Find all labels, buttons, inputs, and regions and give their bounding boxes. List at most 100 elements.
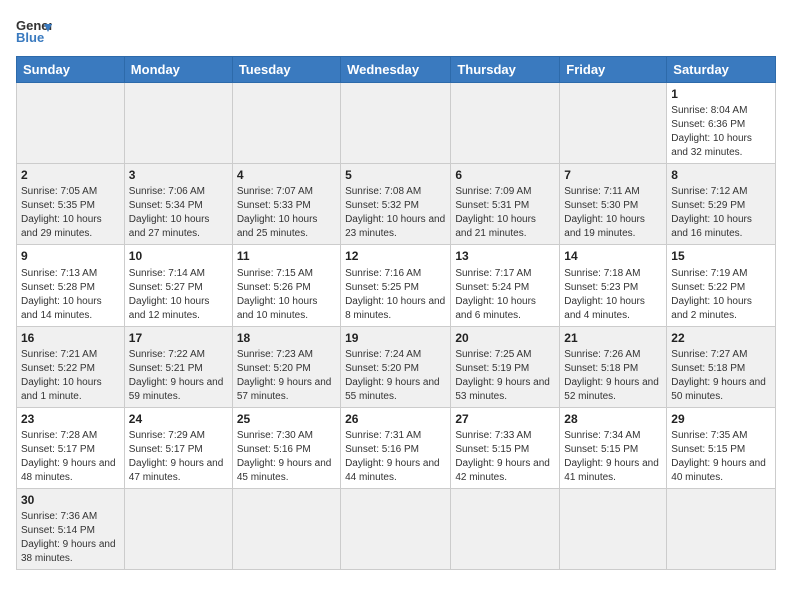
calendar-week-2: 2Sunrise: 7:05 AM Sunset: 5:35 PM Daylig… <box>17 164 776 245</box>
day-info: Sunrise: 7:08 AM Sunset: 5:32 PM Dayligh… <box>345 185 446 241</box>
day-number: 8 <box>671 167 771 183</box>
calendar-cell <box>232 83 340 164</box>
day-number: 26 <box>345 411 446 427</box>
day-info: Sunrise: 8:04 AM Sunset: 6:36 PM Dayligh… <box>671 104 771 160</box>
day-info: Sunrise: 7:14 AM Sunset: 5:27 PM Dayligh… <box>129 267 228 323</box>
calendar-table: SundayMondayTuesdayWednesdayThursdayFrid… <box>16 56 776 570</box>
day-info: Sunrise: 7:34 AM Sunset: 5:15 PM Dayligh… <box>564 429 662 485</box>
logo: General Blue <box>16 16 52 46</box>
day-info: Sunrise: 7:16 AM Sunset: 5:25 PM Dayligh… <box>345 267 446 323</box>
day-info: Sunrise: 7:18 AM Sunset: 5:23 PM Dayligh… <box>564 267 662 323</box>
page-header: General Blue <box>16 16 776 46</box>
day-number: 1 <box>671 86 771 102</box>
day-info: Sunrise: 7:17 AM Sunset: 5:24 PM Dayligh… <box>455 267 555 323</box>
day-number: 5 <box>345 167 446 183</box>
day-number: 9 <box>21 248 120 264</box>
calendar-cell: 6 Sunrise: 7:09 AM Sunset: 5:31 PM Daylig… <box>451 164 560 245</box>
calendar-cell: 25 Sunrise: 7:30 AM Sunset: 5:16 PM Dayli… <box>232 407 340 488</box>
calendar-cell: 15 Sunrise: 7:19 AM Sunset: 5:22 PM Dayli… <box>667 245 776 326</box>
calendar-cell <box>560 83 667 164</box>
day-info: Sunrise: 7:11 AM Sunset: 5:30 PM Dayligh… <box>564 185 662 241</box>
day-info: Sunrise: 7:05 AM Sunset: 5:35 PM Dayligh… <box>21 185 120 241</box>
calendar-cell: 12 Sunrise: 7:16 AM Sunset: 5:25 PM Dayli… <box>341 245 451 326</box>
day-number: 14 <box>564 248 662 264</box>
calendar-cell: 27 Sunrise: 7:33 AM Sunset: 5:15 PM Dayli… <box>451 407 560 488</box>
calendar-week-1: 1 Sunrise: 8:04 AM Sunset: 6:36 PM Daylig… <box>17 83 776 164</box>
calendar-cell: 14 Sunrise: 7:18 AM Sunset: 5:23 PM Dayli… <box>560 245 667 326</box>
day-number: 20 <box>455 330 555 346</box>
calendar-cell: 19 Sunrise: 7:24 AM Sunset: 5:20 PM Dayli… <box>341 326 451 407</box>
calendar-week-3: 9 Sunrise: 7:13 AM Sunset: 5:28 PM Daylig… <box>17 245 776 326</box>
day-info: Sunrise: 7:31 AM Sunset: 5:16 PM Dayligh… <box>345 429 446 485</box>
calendar-week-5: 23 Sunrise: 7:28 AM Sunset: 5:17 PM Dayli… <box>17 407 776 488</box>
calendar-cell <box>560 488 667 569</box>
calendar-cell: 26 Sunrise: 7:31 AM Sunset: 5:16 PM Dayli… <box>341 407 451 488</box>
day-number: 7 <box>564 167 662 183</box>
calendar-cell <box>667 488 776 569</box>
calendar-cell: 7 Sunrise: 7:11 AM Sunset: 5:30 PM Daylig… <box>560 164 667 245</box>
logo-icon: General Blue <box>16 16 52 46</box>
svg-text:Blue: Blue <box>16 30 44 45</box>
day-info: Sunrise: 7:24 AM Sunset: 5:20 PM Dayligh… <box>345 348 446 404</box>
day-number: 21 <box>564 330 662 346</box>
calendar-cell: 20 Sunrise: 7:25 AM Sunset: 5:19 PM Dayli… <box>451 326 560 407</box>
calendar-cell: 21 Sunrise: 7:26 AM Sunset: 5:18 PM Dayli… <box>560 326 667 407</box>
day-number: 23 <box>21 411 120 427</box>
calendar-week-6: 30Sunrise: 7:36 AM Sunset: 5:14 PM Dayli… <box>17 488 776 569</box>
weekday-header-sunday: Sunday <box>17 57 125 83</box>
calendar-cell: 3Sunrise: 7:06 AM Sunset: 5:34 PM Daylig… <box>124 164 232 245</box>
calendar-cell: 4 Sunrise: 7:07 AM Sunset: 5:33 PM Daylig… <box>232 164 340 245</box>
calendar-cell: 29Sunrise: 7:35 AM Sunset: 5:15 PM Dayli… <box>667 407 776 488</box>
day-number: 27 <box>455 411 555 427</box>
calendar-cell <box>341 83 451 164</box>
day-number: 24 <box>129 411 228 427</box>
weekday-header-wednesday: Wednesday <box>341 57 451 83</box>
weekday-header-tuesday: Tuesday <box>232 57 340 83</box>
calendar-cell <box>451 83 560 164</box>
day-number: 28 <box>564 411 662 427</box>
day-info: Sunrise: 7:30 AM Sunset: 5:16 PM Dayligh… <box>237 429 336 485</box>
day-number: 18 <box>237 330 336 346</box>
day-number: 25 <box>237 411 336 427</box>
calendar-cell: 9 Sunrise: 7:13 AM Sunset: 5:28 PM Daylig… <box>17 245 125 326</box>
day-info: Sunrise: 7:07 AM Sunset: 5:33 PM Dayligh… <box>237 185 336 241</box>
day-info: Sunrise: 7:26 AM Sunset: 5:18 PM Dayligh… <box>564 348 662 404</box>
weekday-header-saturday: Saturday <box>667 57 776 83</box>
day-info: Sunrise: 7:09 AM Sunset: 5:31 PM Dayligh… <box>455 185 555 241</box>
calendar-cell: 23 Sunrise: 7:28 AM Sunset: 5:17 PM Dayli… <box>17 407 125 488</box>
day-info: Sunrise: 7:22 AM Sunset: 5:21 PM Dayligh… <box>129 348 228 404</box>
day-number: 16 <box>21 330 120 346</box>
weekday-header-monday: Monday <box>124 57 232 83</box>
calendar-cell <box>17 83 125 164</box>
day-info: Sunrise: 7:25 AM Sunset: 5:19 PM Dayligh… <box>455 348 555 404</box>
calendar-cell: 10Sunrise: 7:14 AM Sunset: 5:27 PM Dayli… <box>124 245 232 326</box>
day-number: 19 <box>345 330 446 346</box>
calendar-cell: 22Sunrise: 7:27 AM Sunset: 5:18 PM Dayli… <box>667 326 776 407</box>
day-number: 13 <box>455 248 555 264</box>
calendar-cell: 16 Sunrise: 7:21 AM Sunset: 5:22 PM Dayli… <box>17 326 125 407</box>
day-info: Sunrise: 7:29 AM Sunset: 5:17 PM Dayligh… <box>129 429 228 485</box>
calendar-cell <box>124 83 232 164</box>
day-info: Sunrise: 7:15 AM Sunset: 5:26 PM Dayligh… <box>237 267 336 323</box>
day-number: 15 <box>671 248 771 264</box>
calendar-cell: 28 Sunrise: 7:34 AM Sunset: 5:15 PM Dayli… <box>560 407 667 488</box>
day-number: 17 <box>129 330 228 346</box>
calendar-cell: 30Sunrise: 7:36 AM Sunset: 5:14 PM Dayli… <box>17 488 125 569</box>
calendar-cell <box>124 488 232 569</box>
calendar-cell: 13 Sunrise: 7:17 AM Sunset: 5:24 PM Dayli… <box>451 245 560 326</box>
calendar-cell <box>451 488 560 569</box>
day-info: Sunrise: 7:19 AM Sunset: 5:22 PM Dayligh… <box>671 267 771 323</box>
day-number: 4 <box>237 167 336 183</box>
calendar-cell: 11Sunrise: 7:15 AM Sunset: 5:26 PM Dayli… <box>232 245 340 326</box>
day-info: Sunrise: 7:36 AM Sunset: 5:14 PM Dayligh… <box>21 510 120 566</box>
day-info: Sunrise: 7:28 AM Sunset: 5:17 PM Dayligh… <box>21 429 120 485</box>
calendar-cell: 17 Sunrise: 7:22 AM Sunset: 5:21 PM Dayli… <box>124 326 232 407</box>
day-info: Sunrise: 7:21 AM Sunset: 5:22 PM Dayligh… <box>21 348 120 404</box>
day-number: 12 <box>345 248 446 264</box>
day-info: Sunrise: 7:35 AM Sunset: 5:15 PM Dayligh… <box>671 429 771 485</box>
day-info: Sunrise: 7:13 AM Sunset: 5:28 PM Dayligh… <box>21 267 120 323</box>
day-number: 6 <box>455 167 555 183</box>
day-info: Sunrise: 7:23 AM Sunset: 5:20 PM Dayligh… <box>237 348 336 404</box>
day-info: Sunrise: 7:33 AM Sunset: 5:15 PM Dayligh… <box>455 429 555 485</box>
calendar-cell: 8Sunrise: 7:12 AM Sunset: 5:29 PM Daylig… <box>667 164 776 245</box>
